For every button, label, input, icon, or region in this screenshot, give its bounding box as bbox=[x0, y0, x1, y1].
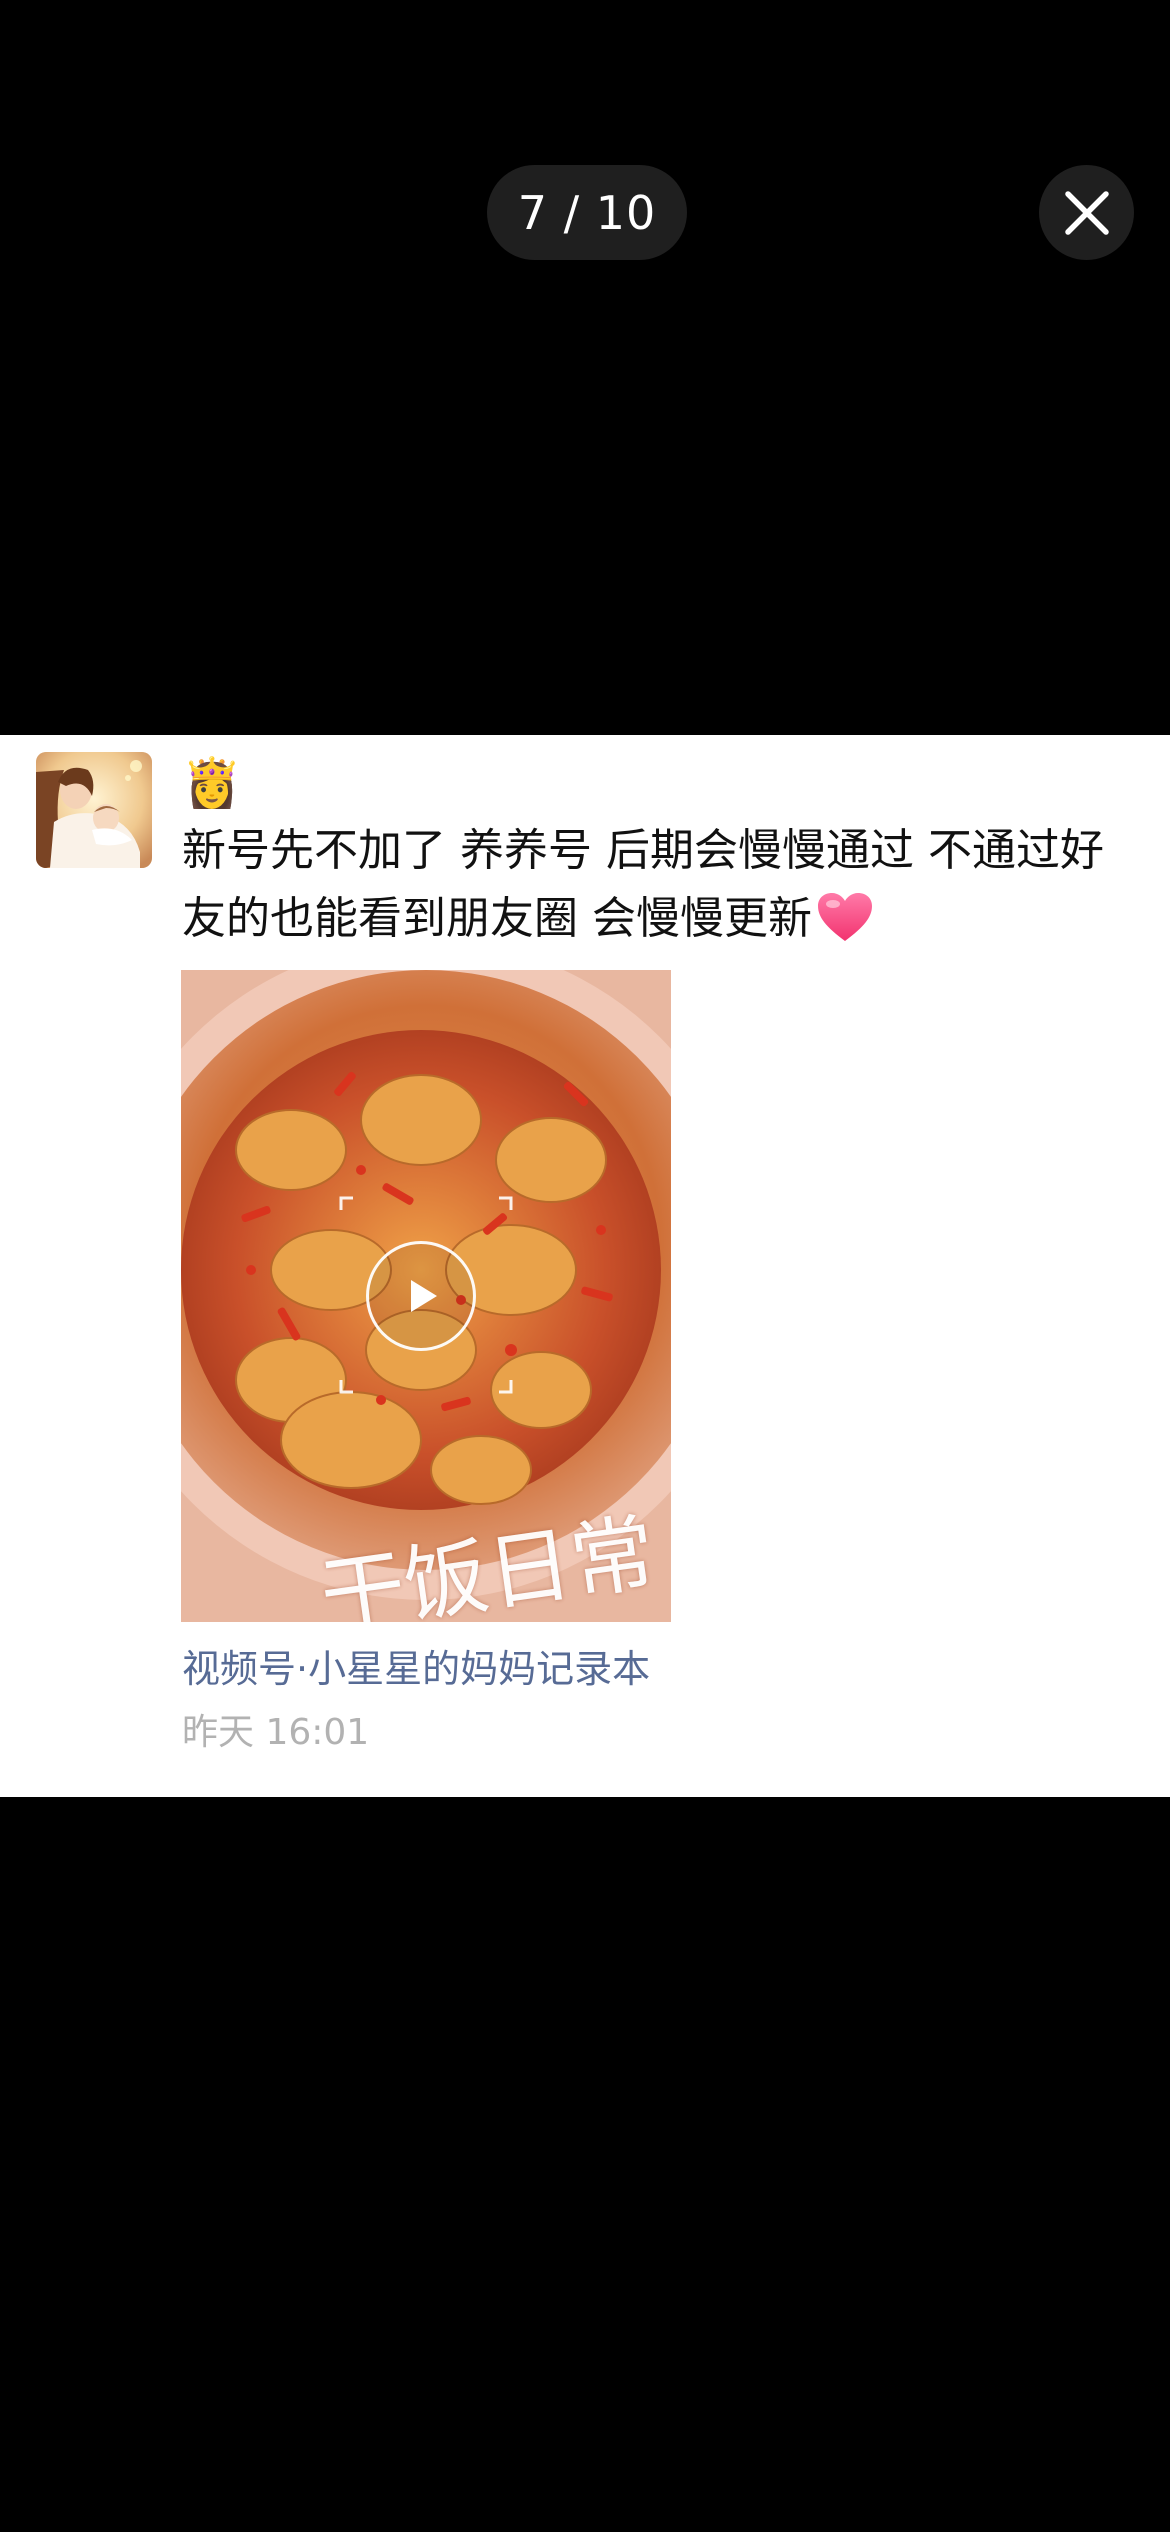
play-button[interactable] bbox=[366, 1241, 476, 1351]
author-name[interactable]: 👸 bbox=[182, 753, 242, 813]
image-viewer: 7 / 10 👸 新号先不加了 养养号 后期会慢慢通过 不通过好友的也能看到朋友… bbox=[0, 0, 1170, 2532]
play-icon bbox=[411, 1280, 437, 1312]
post-text-content: 新号先不加了 养养号 后期会慢慢通过 不通过好友的也能看到朋友圈 会慢慢更新 bbox=[182, 825, 1104, 944]
page-counter-text: 7 / 10 bbox=[517, 185, 657, 240]
crown-emoji: 👸 bbox=[182, 755, 242, 811]
close-icon bbox=[1064, 190, 1109, 235]
post-timestamp: 昨天 16:01 bbox=[182, 1712, 370, 1753]
post-text: 新号先不加了 养养号 后期会慢慢通过 不通过好友的也能看到朋友圈 会慢慢更新 bbox=[182, 817, 1122, 963]
channel-source-link[interactable]: 视频号·小星星的妈妈记录本 bbox=[182, 1638, 650, 1693]
video-thumbnail[interactable]: 干饭日常 bbox=[181, 970, 671, 1622]
close-button[interactable] bbox=[1039, 165, 1134, 260]
page-counter: 7 / 10 bbox=[487, 165, 687, 260]
heart-emoji-icon bbox=[816, 891, 874, 963]
avatar[interactable] bbox=[36, 752, 152, 868]
moments-post-card: 👸 新号先不加了 养养号 后期会慢慢通过 不通过好友的也能看到朋友圈 会慢慢更新 bbox=[0, 735, 1170, 1797]
